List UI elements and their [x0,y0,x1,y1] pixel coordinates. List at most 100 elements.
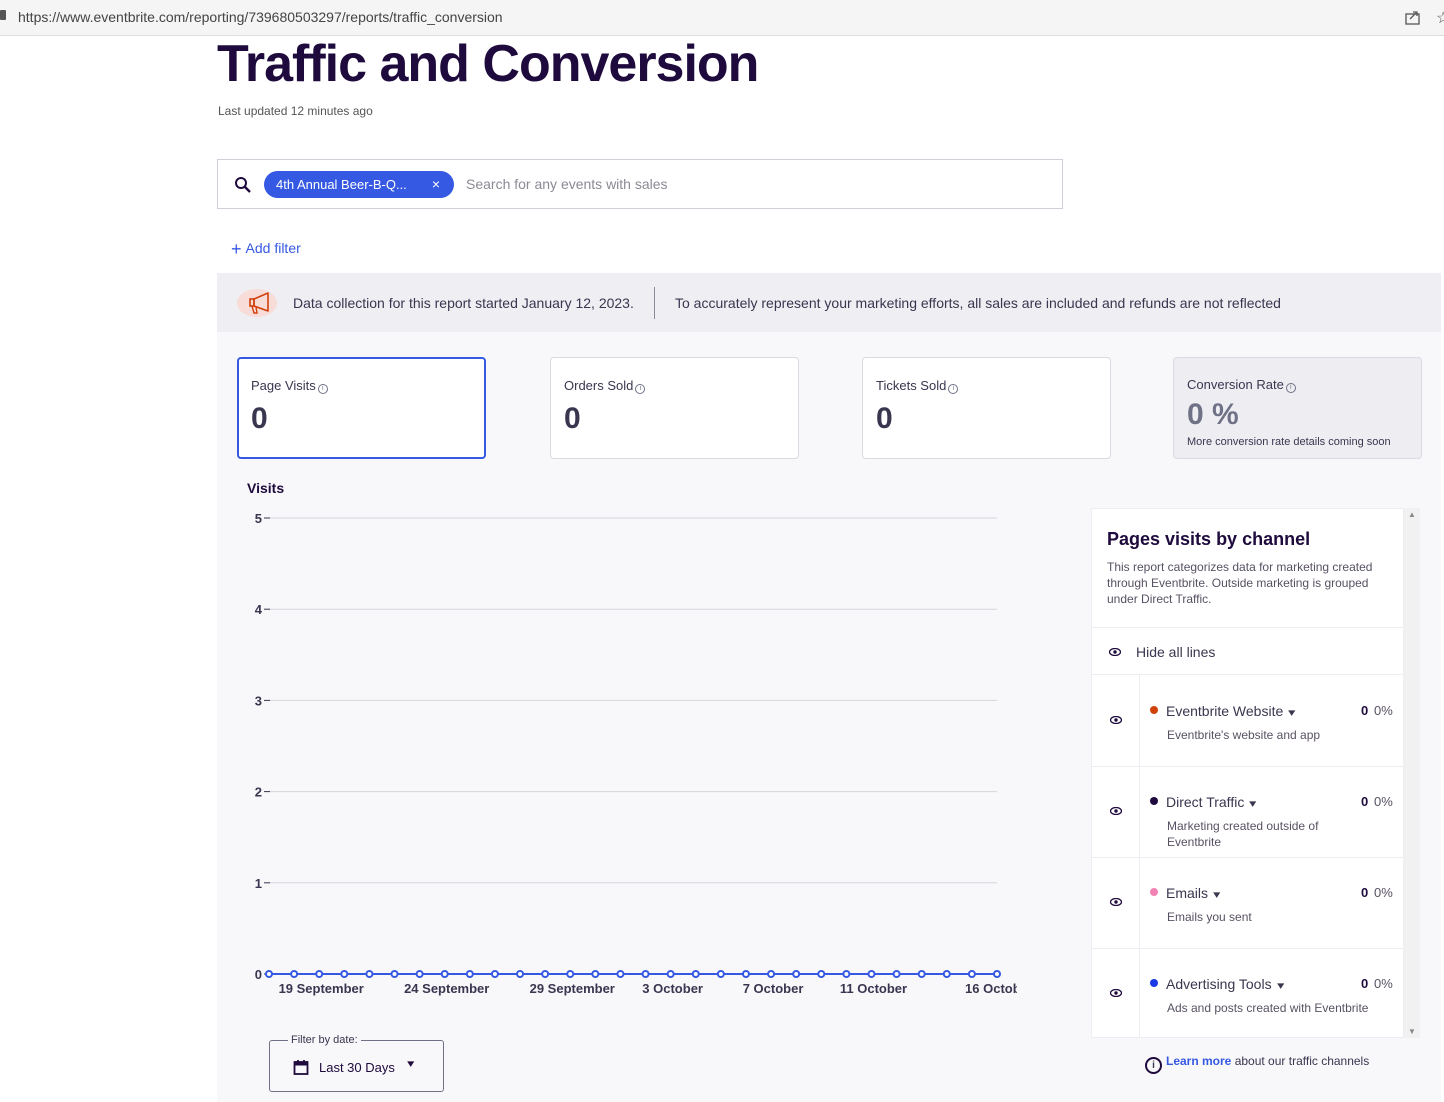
y-tick-label: 5 [255,511,262,526]
url-text[interactable]: https://www.eventbrite.com/reporting/739… [18,9,503,25]
page-visits-card[interactable]: Page Visits i 0 [237,357,486,459]
channel-description: Marketing created outside of Eventbrite [1167,819,1319,849]
channel-row-advertising-tools: Advertising Tools ▾ Ads and posts created… [1092,948,1403,1037]
bookmark-star-icon[interactable]: ☆ [1436,8,1444,28]
eye-icon[interactable] [1110,989,1122,997]
eye-icon[interactable] [1110,716,1122,724]
data-point [867,970,876,978]
channel-percent: 0% [1374,794,1393,809]
page-visits-value: 0 [251,402,268,435]
data-point [716,970,725,978]
calendar-icon [293,1060,309,1075]
channel-name: Emails [1166,885,1209,901]
data-point [741,970,750,978]
data-point [365,970,374,978]
date-filter-label: Filter by date: [288,1034,361,1046]
event-search-box[interactable]: 4th Annual Beer-B-Q... × [217,159,1063,209]
x-tick-label: 11 October [840,981,907,996]
y-tick-label: 0 [255,967,262,982]
page-visits-label: Page Visits [251,378,316,393]
conversion-rate-note: More conversion rate details coming soon [1187,436,1391,448]
event-search-input[interactable] [466,172,1026,196]
data-point [465,970,474,978]
hide-all-lines-toggle[interactable]: Hide all lines [1092,628,1403,675]
data-point [315,970,324,978]
channel-description: Eventbrite's website and app [1167,728,1321,742]
info-circle-icon: i [1145,1057,1162,1074]
channel-legend-panel: Pages visits by channel This report cate… [1091,508,1404,1038]
report-panel: Data collection for this report started … [217,273,1441,1102]
add-filter-button[interactable]: + Add filter [231,239,301,260]
channel-name-button[interactable]: Direct Traffic ▾ [1166,794,1257,810]
info-icon[interactable]: i [635,384,646,394]
data-point [415,970,424,978]
eye-icon [1109,648,1121,656]
channel-color-dot [1150,797,1158,805]
data-point [390,970,399,978]
browser-address-bar[interactable]: https://www.eventbrite.com/reporting/739… [0,0,1444,36]
channel-color-dot [1150,888,1158,896]
chevron-down-icon: ▾ [1213,889,1221,901]
channel-percent: 0% [1374,976,1393,991]
y-tick-label: 2 [255,785,262,800]
plus-icon: + [231,239,242,259]
channel-legend-description: This report categorizes data for marketi… [1107,560,1373,606]
x-tick-label: 19 September [279,981,364,996]
channel-row-eventbrite-website: Eventbrite Website ▾ Eventbrite's website… [1092,675,1403,766]
notice-refunds-info: To accurately represent your marketing e… [675,295,1281,311]
tickets-sold-card[interactable]: Tickets Sold i 0 [862,357,1111,459]
tickets-sold-label: Tickets Sold [876,378,947,393]
page-title: Traffic and Conversion [217,35,759,93]
info-icon[interactable]: i [948,384,959,394]
channel-count: 0 [1361,976,1369,991]
y-tick-label: 3 [255,693,262,708]
learn-more-rest: about our traffic channels [1231,1054,1370,1068]
eye-icon[interactable] [1110,898,1122,906]
learn-more-link[interactable]: Learn more [1166,1054,1231,1068]
orders-sold-card[interactable]: Orders Sold i 0 [550,357,799,459]
data-collection-notice: Data collection for this report started … [217,273,1441,332]
search-icon [235,177,251,193]
share-icon[interactable] [1404,8,1422,26]
channel-description: Emails you sent [1167,910,1252,924]
x-tick-label: 24 September [404,981,489,996]
data-point [967,970,976,978]
channel-count: 0 [1361,703,1369,718]
remove-event-chip-icon[interactable]: × [432,176,440,192]
divider [1139,675,1140,766]
channel-color-dot [1150,706,1158,714]
channel-legend-title: Pages visits by channel [1107,529,1311,549]
megaphone-icon [237,289,277,317]
info-icon[interactable]: i [1285,383,1296,393]
conversion-rate-value: 0 % [1187,398,1239,431]
channel-name-button[interactable]: Eventbrite Website ▾ [1166,703,1296,719]
channel-name-button[interactable]: Emails ▾ [1166,885,1220,901]
channel-name: Direct Traffic [1166,794,1245,810]
learn-more-line: i Learn more about our traffic channels [1145,1054,1369,1074]
eye-icon[interactable] [1110,807,1122,815]
channel-name: Advertising Tools [1166,976,1272,992]
data-point [892,970,901,978]
data-point [942,970,951,978]
channel-row-emails: Emails ▾ Emails you sent 0 0% [1092,857,1403,948]
date-filter-select[interactable]: Filter by date: Last 30 Days ▾ [269,1034,444,1092]
chevron-down-icon: ▾ [1276,980,1284,992]
legend-scrollbar[interactable]: ▲ ▼ [1404,508,1420,1038]
scroll-up-arrow-icon[interactable]: ▲ [1408,510,1416,519]
info-icon[interactable]: i [317,384,328,394]
data-point [767,970,776,978]
last-updated-text: Last updated 12 minutes ago [218,104,373,118]
x-tick-label: 29 September [530,981,615,996]
data-point [917,970,926,978]
lock-icon [0,10,6,20]
channel-count: 0 [1361,794,1369,809]
chevron-down-icon: ▾ [407,1058,415,1070]
channel-name-button[interactable]: Advertising Tools ▾ [1166,976,1284,992]
selected-event-chip[interactable]: 4th Annual Beer-B-Q... × [264,171,454,198]
chevron-down-icon: ▾ [1249,798,1257,810]
data-point [993,970,1001,978]
scroll-down-arrow-icon[interactable]: ▼ [1408,1027,1416,1036]
hide-all-lines-label: Hide all lines [1136,644,1216,660]
data-point [340,970,349,978]
channel-description: Ads and posts created with Eventbrite [1167,1001,1369,1015]
